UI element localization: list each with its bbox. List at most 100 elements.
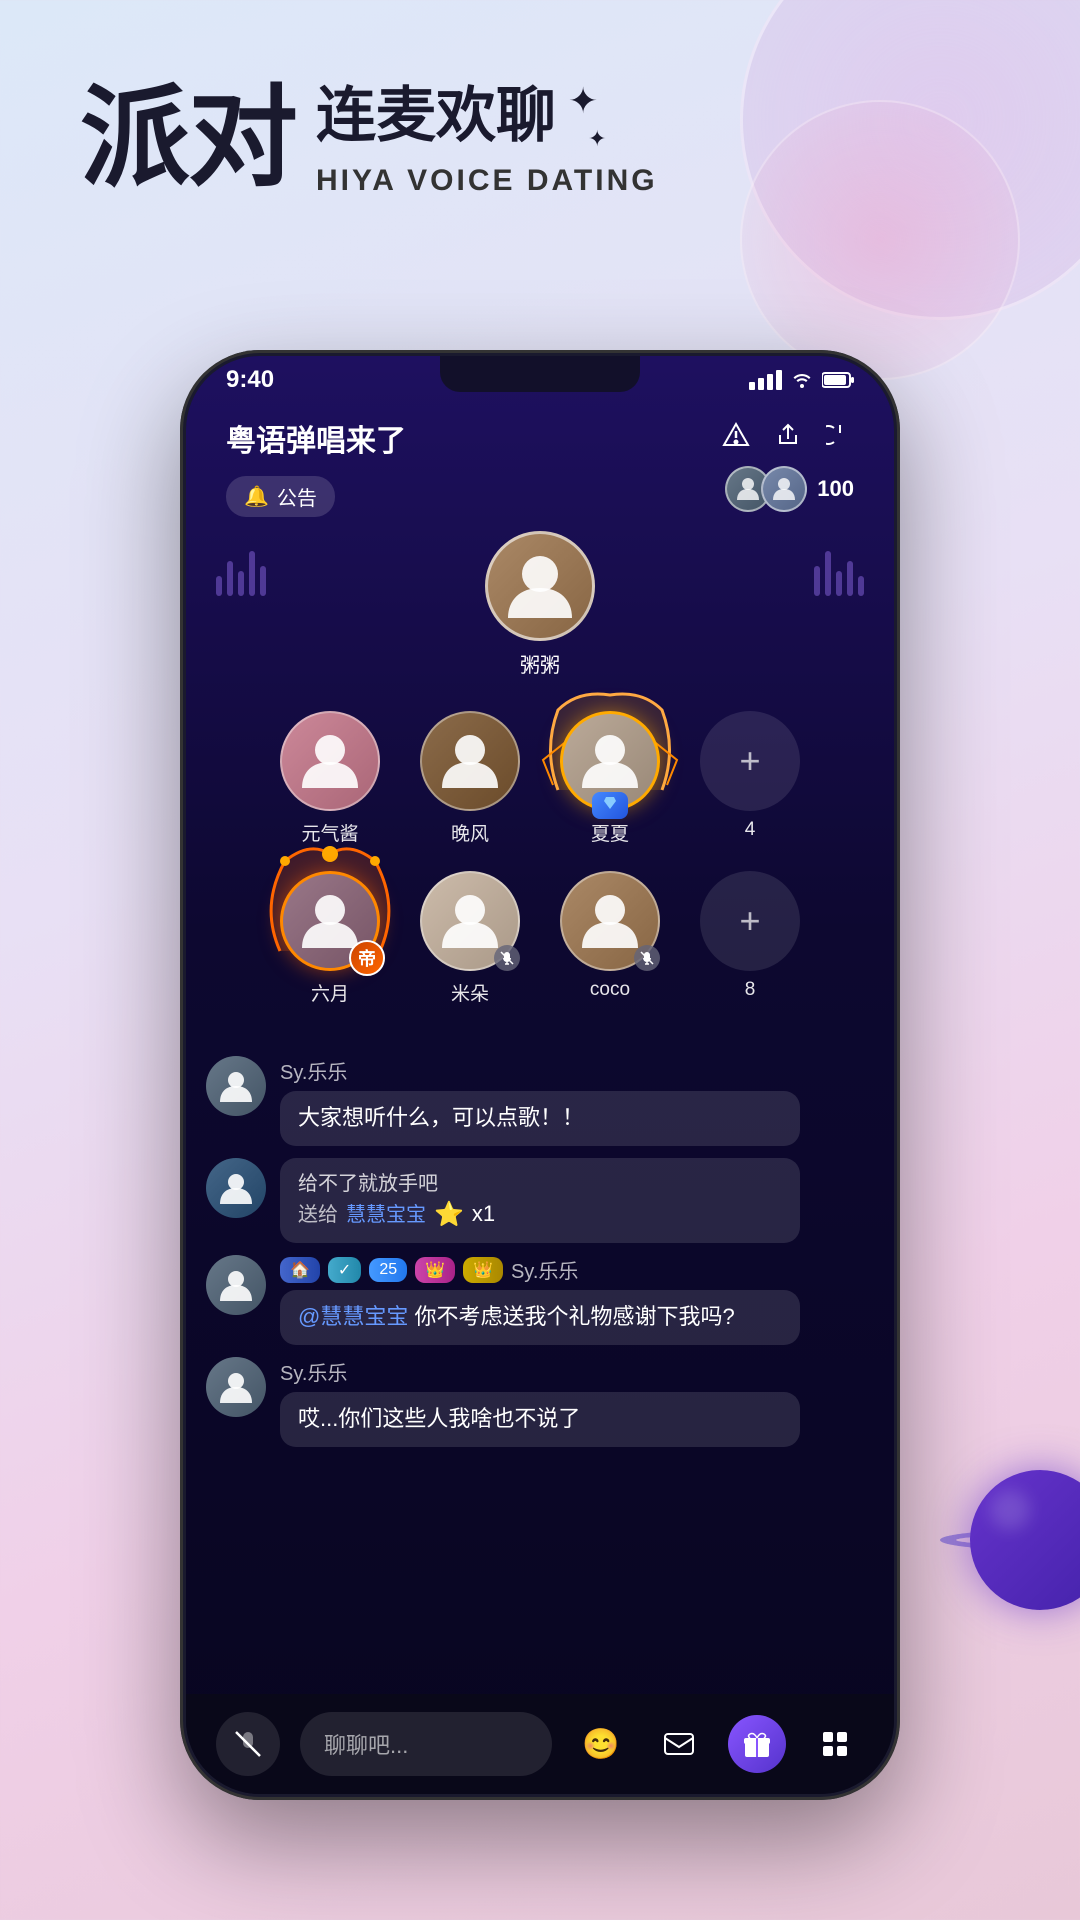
gift-count: x1 (472, 1199, 495, 1230)
host-glow-ring (485, 531, 595, 641)
seat-name-coco: coco (590, 979, 630, 1001)
grid-button[interactable] (806, 1715, 864, 1773)
seat-6-wrapper (560, 871, 660, 971)
phone-inner: 9:40 (186, 356, 894, 1794)
seat-add-count-1: 4 (745, 819, 756, 841)
header-english: HIYA VOICE DATING (316, 164, 658, 198)
seat-4-crown[interactable]: 帝 六月 (280, 871, 380, 1006)
gift-button[interactable] (728, 1715, 786, 1773)
status-time: 9:40 (226, 366, 274, 394)
seat-name-3: 夏夏 (591, 819, 629, 846)
bell-icon: 🔔 (244, 484, 269, 509)
chat-message-1: Sy.乐乐 大家想听什么，可以点歌！！ (206, 1056, 874, 1146)
seat-5[interactable]: 米朵 (420, 871, 520, 1006)
seats-row-1: 元气酱 晚风 (186, 711, 894, 846)
chat-gift: 送给 慧慧宝宝 ⭐ x1 (298, 1198, 782, 1232)
header-title-big: 派对 (80, 84, 296, 194)
seats-row-2: 帝 六月 米朵 (186, 871, 894, 1006)
battery-icon (822, 371, 854, 389)
seat-1[interactable]: 元气酱 (280, 711, 380, 846)
planet-body (970, 1470, 1080, 1610)
header-title-sub: 连麦欢聊 (316, 86, 556, 146)
host-name: 粥粥 (520, 649, 560, 678)
plus-icon-2: + (739, 900, 760, 942)
chat-username-1: Sy.乐乐 (280, 1056, 874, 1085)
chat-placeholder: 聊聊吧... (324, 1728, 408, 1760)
seat-3-diamond[interactable]: 夏夏 (560, 711, 660, 846)
seat-crown-wrapper: 帝 (280, 871, 380, 971)
emoji-button[interactable]: 😊 (572, 1715, 630, 1773)
bottom-action-icons: 😊 (572, 1715, 864, 1773)
chat-content-3: 🏠 ✓ 25 👑 👑 Sy.乐乐 @慧慧宝宝 你不考虑送我个礼物感谢下我吗? (280, 1255, 874, 1345)
seat-name-2: 晚风 (451, 819, 489, 846)
header-area: 派对 连麦欢聊 ✦ ✦ HIYA VOICE DATING (80, 80, 1000, 198)
badge-star: 👑 (415, 1257, 455, 1283)
seat-name-1: 元气酱 (301, 819, 358, 846)
chat-area: Sy.乐乐 大家想听什么，可以点歌！！ 给不了就放手吧 送给 (186, 1056, 894, 1694)
phone-screen: 9:40 (186, 356, 894, 1794)
chat-bubble-1: 大家想听什么，可以点歌！！ (280, 1091, 800, 1146)
signal-bar-3 (767, 374, 773, 390)
room-title: 粤语弹唱来了 (226, 416, 406, 460)
plus-icon-1: + (739, 740, 760, 782)
diamond-badge (592, 792, 628, 819)
host-avatar[interactable] (485, 531, 595, 641)
gift-star-icon: ⭐ (434, 1198, 464, 1232)
seat-add-count-2: 8 (745, 979, 756, 1001)
gift-prefix: 送给 (298, 1201, 338, 1229)
mention-message: 你不考虑送我个礼物感谢下我吗? (414, 1304, 734, 1329)
signal-bar-1 (749, 382, 755, 390)
chat-message-2: 给不了就放手吧 送给 慧慧宝宝 ⭐ x1 (206, 1158, 874, 1244)
chat-avatar-2 (206, 1158, 266, 1218)
mail-button[interactable] (650, 1715, 708, 1773)
chat-message-3: 🏠 ✓ 25 👑 👑 Sy.乐乐 @慧慧宝宝 你不考虑送我个礼物感谢下我吗? (206, 1255, 874, 1345)
seat-name-5: 米朵 (451, 979, 489, 1006)
chat-bubble-4: 哎...你们这些人我啥也不说了 (280, 1392, 800, 1447)
share-icon[interactable] (774, 421, 802, 456)
chat-content-4: Sy.乐乐 哎...你们这些人我啥也不说了 (280, 1357, 874, 1447)
announce-label: 公告 (277, 482, 317, 511)
gift-recipient: 慧慧宝宝 (346, 1201, 426, 1229)
badge-check: ✓ (328, 1257, 361, 1283)
power-icon[interactable] (826, 421, 854, 456)
seat-add-2[interactable]: + 8 (700, 871, 800, 1006)
bottom-bar: 聊聊吧... 😊 (186, 1694, 894, 1794)
mute-button[interactable] (216, 1712, 280, 1776)
user-badges: 🏠 ✓ 25 👑 👑 Sy.乐乐 (280, 1255, 874, 1284)
chat-message-4: Sy.乐乐 哎...你们这些人我啥也不说了 (206, 1357, 874, 1447)
planet-decoration (940, 1440, 1080, 1640)
chat-content-1: Sy.乐乐 大家想听什么，可以点歌！！ (280, 1056, 874, 1146)
seat-avatar-2 (420, 711, 520, 811)
room-audience: 100 (725, 466, 854, 512)
alert-icon[interactable] (722, 421, 750, 456)
seat-add-btn-2[interactable]: + (700, 871, 800, 971)
emperor-badge: 帝 (349, 940, 385, 976)
phone-mockup: 9:40 (180, 350, 900, 1800)
seat-add-1[interactable]: + 4 (700, 711, 800, 846)
sparkle-bottom: ✦ (588, 126, 606, 152)
sparkle-top: ✦ (568, 80, 606, 122)
seat-add-btn-1[interactable]: + (700, 711, 800, 811)
chat-username-4: Sy.乐乐 (280, 1357, 874, 1386)
badge-crown: 👑 (463, 1257, 503, 1283)
chat-bubble-3: @慧慧宝宝 你不考虑送我个礼物感谢下我吗? (280, 1290, 800, 1345)
badge-num: 25 (369, 1258, 407, 1282)
audience-avatar-2 (761, 466, 807, 512)
signal-bars (749, 370, 782, 390)
mute-badge-5 (494, 945, 520, 971)
chat-input[interactable]: 聊聊吧... (300, 1712, 552, 1776)
host-avatar-container[interactable]: 粥粥 (485, 531, 595, 678)
seat-name-4: 六月 (311, 979, 349, 1006)
app-header: 粤语弹唱来了 (226, 416, 854, 460)
visualizer-right (814, 551, 864, 596)
chat-avatar-4 (206, 1357, 266, 1417)
badge-username: Sy.乐乐 (511, 1255, 578, 1284)
signal-bar-4 (776, 370, 782, 390)
seat-6-coco[interactable]: coco (560, 871, 660, 1006)
seat-2[interactable]: 晚风 (420, 711, 520, 846)
seat-5-wrapper (420, 871, 520, 971)
chat-avatar-1 (206, 1056, 266, 1116)
visualizer-left (216, 551, 266, 596)
chat-content-2: 给不了就放手吧 送给 慧慧宝宝 ⭐ x1 (280, 1158, 874, 1244)
signal-bar-2 (758, 378, 764, 390)
